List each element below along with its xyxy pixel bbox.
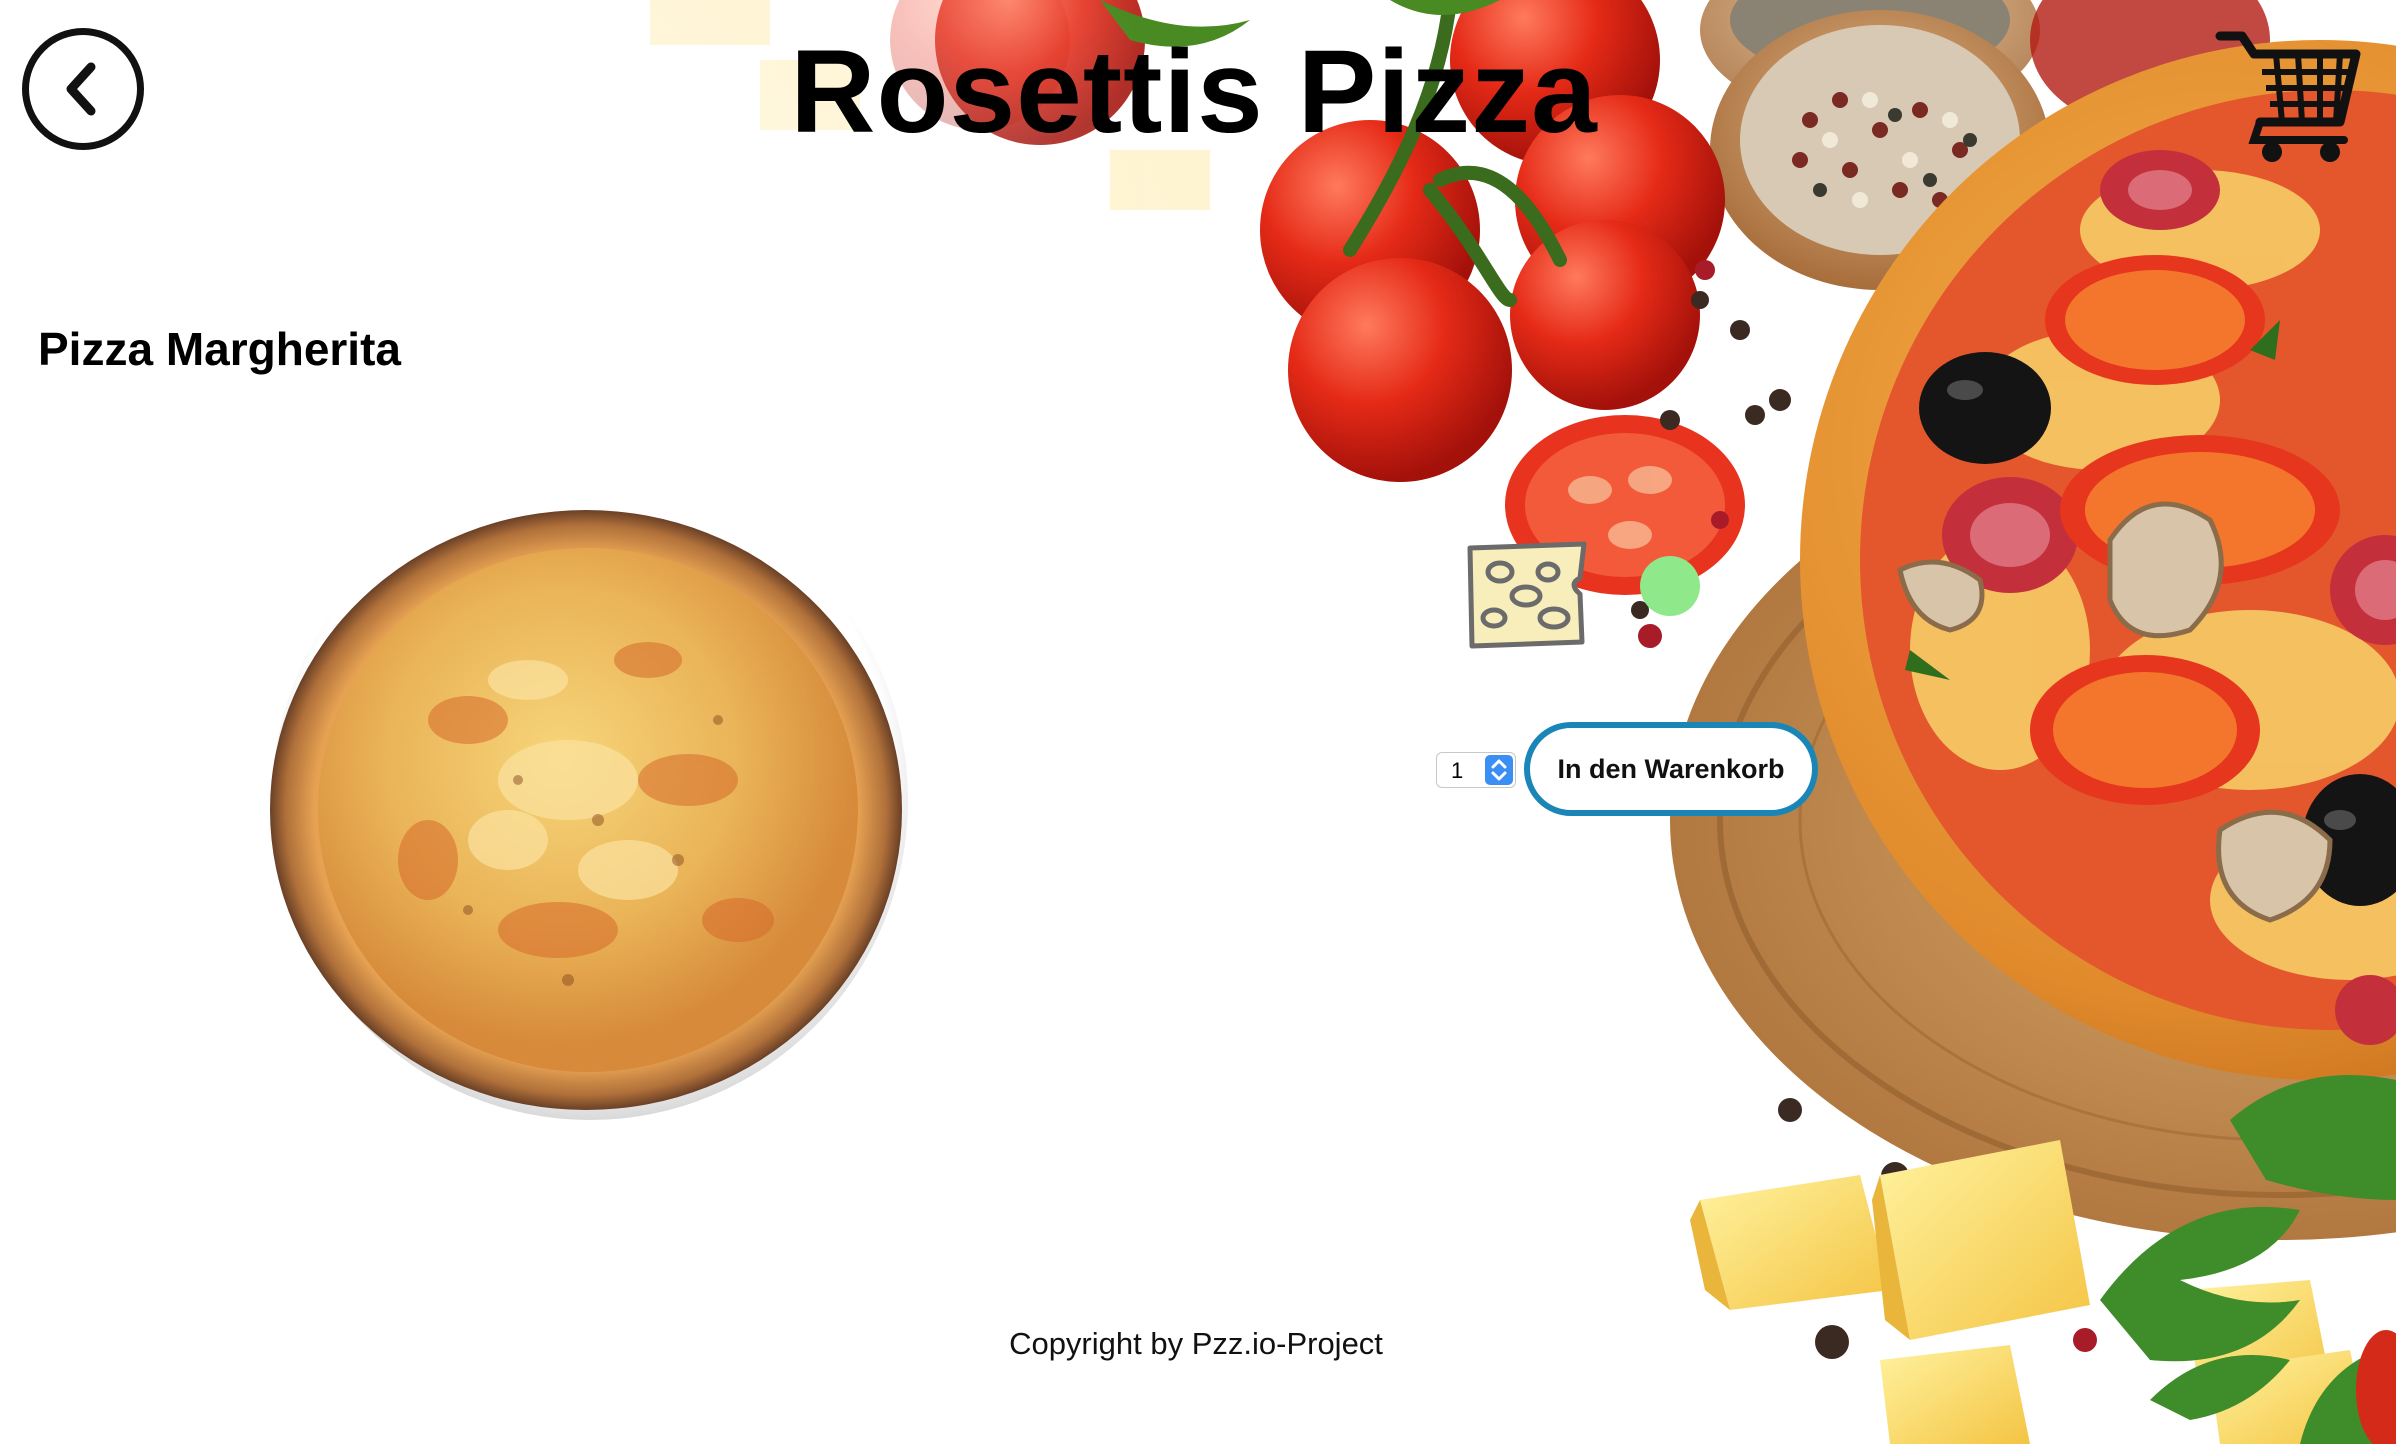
- stepper-arrows-icon: [1485, 755, 1513, 785]
- cart-button[interactable]: [2214, 26, 2364, 166]
- quantity-select[interactable]: 1: [1436, 752, 1516, 788]
- add-to-cart-button[interactable]: In den Warenkorb: [1524, 722, 1818, 816]
- shopping-cart-icon: [2215, 31, 2361, 162]
- product-name: Pizza Margherita: [38, 323, 401, 375]
- pizza-margherita-photo: [270, 480, 908, 1120]
- cheese-icon: [1467, 541, 1587, 649]
- page-title: Rosettis Pizza: [790, 26, 1598, 158]
- status-dot: [1640, 556, 1700, 616]
- footer-copyright: Copyright by Pzz.io-Project: [1009, 1326, 1383, 1361]
- page: Rosettis Pizza Pizza Margherita 1 In den…: [0, 0, 2396, 1444]
- quantity-value: 1: [1451, 758, 1464, 783]
